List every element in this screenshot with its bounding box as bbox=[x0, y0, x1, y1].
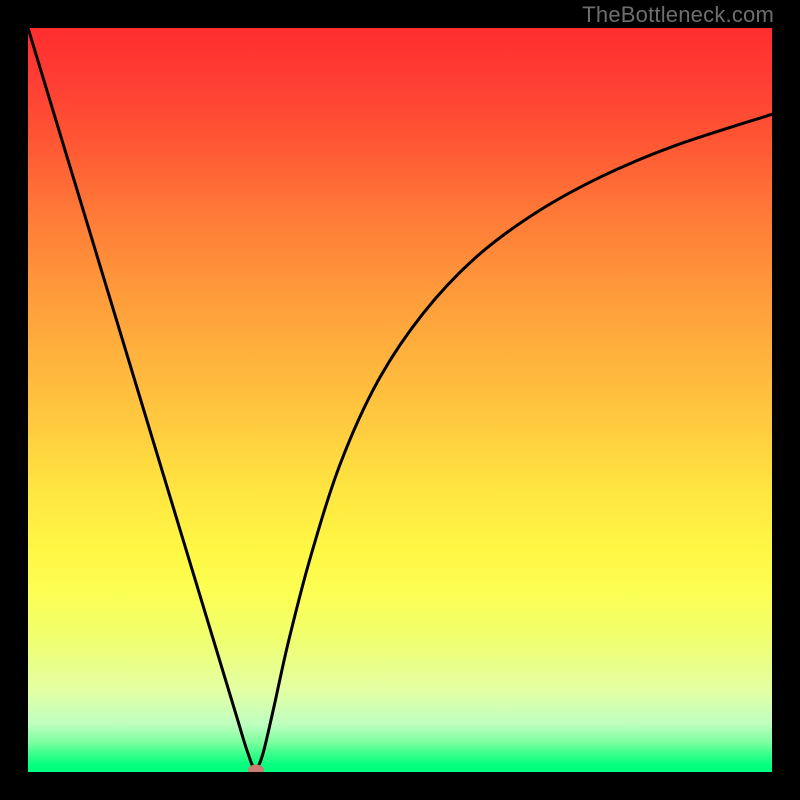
optimal-point-marker bbox=[248, 764, 264, 772]
watermark: TheBottleneck.com bbox=[582, 2, 774, 28]
plot-area bbox=[28, 28, 772, 772]
bottleneck-curve bbox=[28, 28, 772, 772]
chart-frame: TheBottleneck.com bbox=[0, 0, 800, 800]
